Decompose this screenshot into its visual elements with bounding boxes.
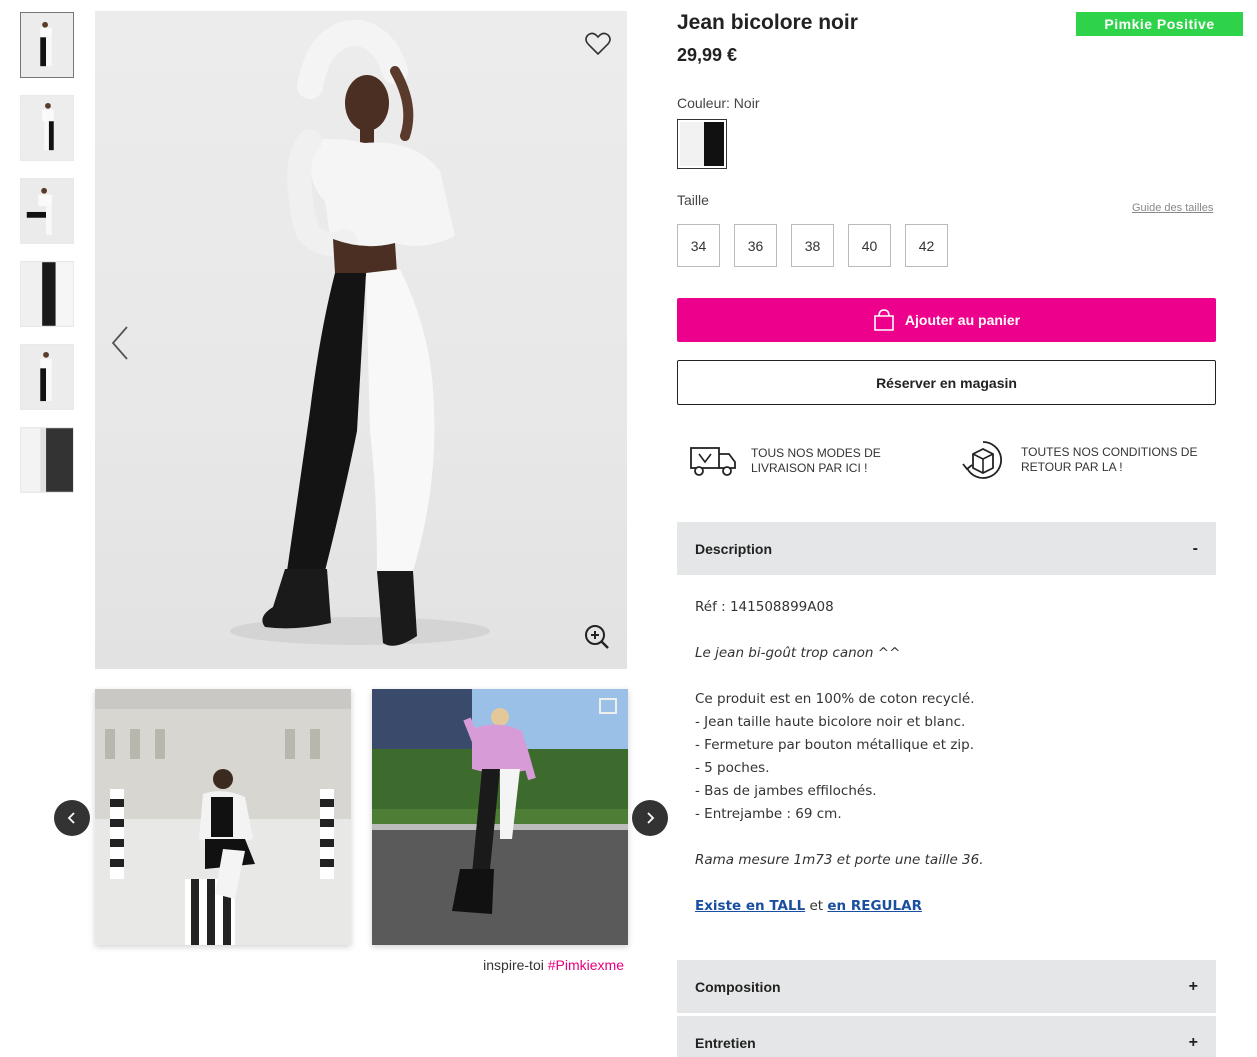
size-guide-link[interactable]: Guide des tailles	[1132, 202, 1213, 214]
size-option-36[interactable]: 36	[734, 224, 777, 267]
inspiration-carousel	[95, 689, 628, 945]
thumbnail-5[interactable]	[20, 344, 74, 410]
color-swatch-noir[interactable]	[677, 119, 727, 169]
thumbnail-6[interactable]	[20, 427, 74, 493]
size-option-40[interactable]: 40	[848, 224, 891, 267]
product-price: 29,99 €	[677, 45, 738, 65]
product-title: Jean bicolore noir	[677, 11, 858, 34]
feature-item: - Fermeture par bouton métallique et zip…	[695, 737, 975, 753]
inspiration-photo-2[interactable]	[372, 689, 628, 945]
delivery-info-link[interactable]: TOUS NOS MODES DE LIVRAISON PAR ICI !	[689, 444, 929, 478]
color-label: Couleur: Noir	[677, 95, 760, 111]
inspiration-photo-1[interactable]	[95, 689, 351, 945]
description-heading: Description	[695, 540, 773, 557]
link-separator: et	[809, 898, 824, 914]
heart-icon[interactable]	[583, 29, 613, 59]
chevron-left-icon[interactable]	[107, 323, 133, 363]
feature-item: - Jean taille haute bicolore noir et bla…	[695, 714, 966, 730]
care-accordion-header[interactable]: Entretien +	[677, 1016, 1216, 1057]
feature-item: - 5 poches.	[695, 760, 770, 776]
shopping-bag-icon	[874, 309, 894, 331]
size-selector: 34 36 38 40 42	[677, 224, 948, 267]
expand-icon: +	[1188, 977, 1198, 995]
swatch-image	[680, 122, 724, 166]
composition-heading: Composition	[695, 978, 781, 995]
add-to-cart-button[interactable]: Ajouter au panier	[677, 298, 1216, 342]
inspiration-prefix: inspire-toi	[483, 957, 544, 973]
inspiration-caption: inspire-toi #Pimkiexme	[95, 957, 624, 973]
delivery-info-text: TOUS NOS MODES DE LIVRAISON PAR ICI !	[751, 446, 881, 475]
model-photo	[230, 19, 490, 646]
thumbnail-list	[20, 12, 76, 510]
model-info: Rama mesure 1m73 et porte une taille 36.	[695, 852, 984, 868]
carousel-next-button[interactable]	[632, 800, 668, 836]
description-content: Réf : 141508899A08 Le jean bi-goût trop …	[695, 596, 1215, 918]
chevron-right-icon	[647, 812, 655, 824]
feature-item: - Bas de jambes effilochés.	[695, 783, 877, 799]
product-reference: Réf : 141508899A08	[695, 599, 834, 615]
regular-version-link[interactable]: en REGULAR	[827, 898, 922, 914]
description-accordion-header[interactable]: Description -	[677, 522, 1216, 575]
thumbnail-3[interactable]	[20, 178, 74, 244]
pimkie-positive-badge[interactable]: Pimkie Positive	[1076, 12, 1243, 36]
size-option-42[interactable]: 42	[905, 224, 948, 267]
zoom-in-icon[interactable]	[583, 623, 611, 651]
thumbnail-2[interactable]	[20, 95, 74, 161]
tall-version-link[interactable]: Existe en TALL	[695, 898, 805, 914]
feature-item: - Entrejambe : 69 cm.	[695, 806, 842, 822]
composition-accordion-header[interactable]: Composition +	[677, 960, 1216, 1013]
product-tagline: Le jean bi-goût trop canon ^^	[695, 645, 901, 661]
inspiration-hashtag[interactable]: #Pimkiexme	[548, 957, 624, 973]
thumbnail-1[interactable]	[20, 12, 74, 78]
collapse-icon: -	[1192, 539, 1198, 557]
delivery-truck-icon	[690, 447, 736, 476]
expand-icon: +	[1188, 1033, 1198, 1051]
return-package-icon	[962, 441, 1003, 479]
thumbnail-4[interactable]	[20, 261, 74, 327]
main-product-image[interactable]	[95, 11, 627, 669]
add-to-cart-label: Ajouter au panier	[904, 312, 1021, 328]
reserve-in-store-button[interactable]: Réserver en magasin	[677, 360, 1216, 405]
returns-info-link[interactable]: TOUTES NOS CONDITIONS DE RETOUR PAR LA !	[959, 438, 1199, 482]
size-label: Taille	[677, 192, 709, 208]
carousel-prev-button[interactable]	[54, 800, 90, 836]
size-option-34[interactable]: 34	[677, 224, 720, 267]
size-option-38[interactable]: 38	[791, 224, 834, 267]
returns-info-text: TOUTES NOS CONDITIONS DE RETOUR PAR LA !	[1021, 445, 1198, 474]
product-material: Ce produit est en 100% de coton recyclé.	[695, 691, 975, 707]
care-heading: Entretien	[695, 1034, 756, 1051]
chevron-left-icon	[67, 812, 75, 824]
